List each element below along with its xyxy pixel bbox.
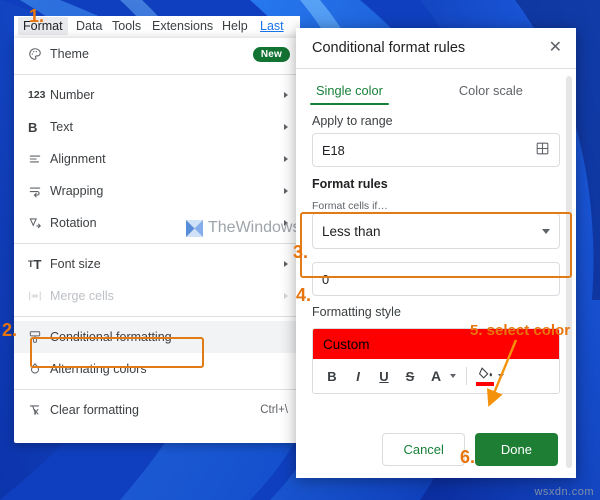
menu-item-label: Alignment	[50, 152, 106, 166]
toolbar-divider	[466, 367, 467, 385]
submenu-arrow-icon	[284, 261, 288, 267]
submenu-arrow-icon	[284, 124, 288, 130]
menu-item-shortcut: Ctrl+\	[260, 404, 288, 416]
text-rotation-icon	[28, 216, 50, 230]
panel-header: Conditional format rules ✕	[296, 28, 576, 69]
apply-to-range-input[interactable]: E18	[312, 133, 560, 167]
close-icon[interactable]: ✕	[549, 40, 562, 56]
text-color-button[interactable]: A	[423, 363, 449, 389]
menubar-item-extensions[interactable]: Extensions	[152, 19, 213, 33]
annotation-step-2: 2.	[2, 320, 18, 340]
clear-formatting-icon	[28, 403, 50, 417]
submenu-arrow-icon	[284, 293, 288, 299]
menu-item-label: Theme	[50, 47, 89, 61]
menu-item-font-size[interactable]: TT Font size	[14, 248, 300, 280]
thewindowsclub-logo-icon	[186, 219, 203, 237]
annotation-step-6: 6.	[460, 447, 476, 467]
menu-item-wrapping[interactable]: Wrapping	[14, 175, 300, 207]
text-color-caret-icon[interactable]	[450, 374, 456, 378]
submenu-arrow-icon	[284, 92, 288, 98]
menu-item-alternating-colors[interactable]: Alternating colors	[14, 353, 300, 385]
apply-to-range-value: E18	[322, 142, 345, 158]
font-size-icon: TT	[28, 256, 42, 272]
menubar-item-help[interactable]: Help	[222, 19, 248, 33]
sheets-menu-bar: Format Data Tools Extensions Help Last	[14, 16, 300, 38]
menu-separator	[14, 316, 300, 317]
format-dropdown-menu: Theme New 123 Number B Text Alignment Wr…	[14, 38, 300, 443]
grid-select-icon[interactable]	[535, 141, 550, 159]
menu-item-number[interactable]: 123 Number	[14, 79, 300, 111]
menubar-item-last-edit[interactable]: Last	[260, 19, 284, 33]
formatting-style-toolbar: B I U S A	[313, 359, 559, 393]
annotation-step-4: 4.	[296, 285, 312, 305]
done-button[interactable]: Done	[474, 432, 558, 466]
align-left-icon	[28, 152, 50, 166]
format-cells-if-value: Less than	[322, 223, 381, 239]
annotation-step-3: 3.	[293, 242, 309, 262]
chevron-down-icon	[542, 228, 550, 234]
submenu-arrow-icon	[284, 188, 288, 194]
menu-item-label: Merge cells	[50, 289, 114, 303]
new-badge: New	[252, 46, 290, 62]
menu-item-text[interactable]: B Text	[14, 111, 300, 143]
bold-button[interactable]: B	[319, 363, 345, 389]
menu-separator	[14, 389, 300, 390]
tab-label: Color scale	[458, 83, 523, 98]
format-cells-if-label: Format cells if…	[312, 200, 388, 212]
submenu-arrow-icon	[284, 156, 288, 162]
format-rules-heading: Format rules	[312, 177, 388, 191]
annotation-step-5: 5. select color	[470, 322, 571, 339]
menu-item-label: Alternating colors	[50, 362, 147, 376]
underline-button[interactable]: U	[371, 363, 397, 389]
menu-item-label: Number	[50, 88, 95, 102]
menubar-item-data[interactable]: Data	[76, 19, 102, 33]
text-wrap-icon	[28, 184, 50, 198]
format-cells-if-select[interactable]: Less than	[312, 213, 560, 249]
tab-color-scale[interactable]: Color scale	[445, 75, 537, 105]
menu-item-label: Font size	[50, 257, 101, 271]
menu-item-label: Wrapping	[50, 184, 104, 198]
cancel-button[interactable]: Cancel	[382, 432, 465, 466]
threshold-value: 0	[322, 271, 330, 287]
menu-item-conditional-formatting[interactable]: Conditional formatting	[14, 321, 300, 353]
panel-tabs: Single color Color scale	[296, 75, 576, 105]
menu-item-theme[interactable]: Theme New	[14, 38, 300, 70]
conditional-format-rules-panel: Conditional format rules ✕ Single color …	[296, 28, 576, 478]
fill-color-swatch	[476, 382, 494, 386]
screenshot-root: Format Data Tools Extensions Help Last T…	[0, 0, 600, 500]
paint-bucket-icon	[478, 367, 492, 379]
formatting-style-preview-text: Custom	[323, 336, 370, 352]
bold-b-icon: B	[28, 119, 38, 135]
menu-item-clear-formatting[interactable]: Clear formatting Ctrl+\	[14, 394, 300, 426]
menu-item-label: Text	[50, 120, 73, 134]
tab-single-color[interactable]: Single color	[302, 75, 397, 105]
merge-cells-icon	[28, 289, 50, 303]
menu-separator	[14, 74, 300, 75]
threshold-value-input[interactable]: 0	[312, 262, 560, 296]
formatting-style-label: Formatting style	[312, 305, 401, 319]
apply-to-range-label: Apply to range	[312, 114, 393, 128]
tab-label: Single color	[316, 83, 383, 98]
alternating-colors-icon	[28, 362, 50, 376]
panel-scrollbar[interactable]	[566, 76, 572, 468]
panel-action-bar: Cancel Done	[296, 420, 576, 478]
palette-icon	[28, 47, 50, 61]
menu-item-label: Clear formatting	[50, 403, 139, 417]
conditional-formatting-icon	[28, 330, 50, 344]
menu-item-label: Conditional formatting	[50, 330, 172, 344]
menu-separator	[14, 243, 300, 244]
annotation-step-1: 1.	[29, 6, 45, 26]
menu-item-merge-cells: Merge cells	[14, 280, 300, 312]
menubar-item-tools[interactable]: Tools	[112, 19, 141, 33]
fill-color-caret-icon[interactable]	[498, 374, 504, 378]
italic-button[interactable]: I	[345, 363, 371, 389]
menu-item-alignment[interactable]: Alignment	[14, 143, 300, 175]
fill-color-button[interactable]	[473, 366, 497, 386]
panel-title: Conditional format rules	[312, 40, 466, 56]
strikethrough-button[interactable]: S	[397, 363, 423, 389]
number-123-icon: 123	[28, 89, 46, 101]
watermark-corner: wsxdn.com	[534, 486, 594, 498]
